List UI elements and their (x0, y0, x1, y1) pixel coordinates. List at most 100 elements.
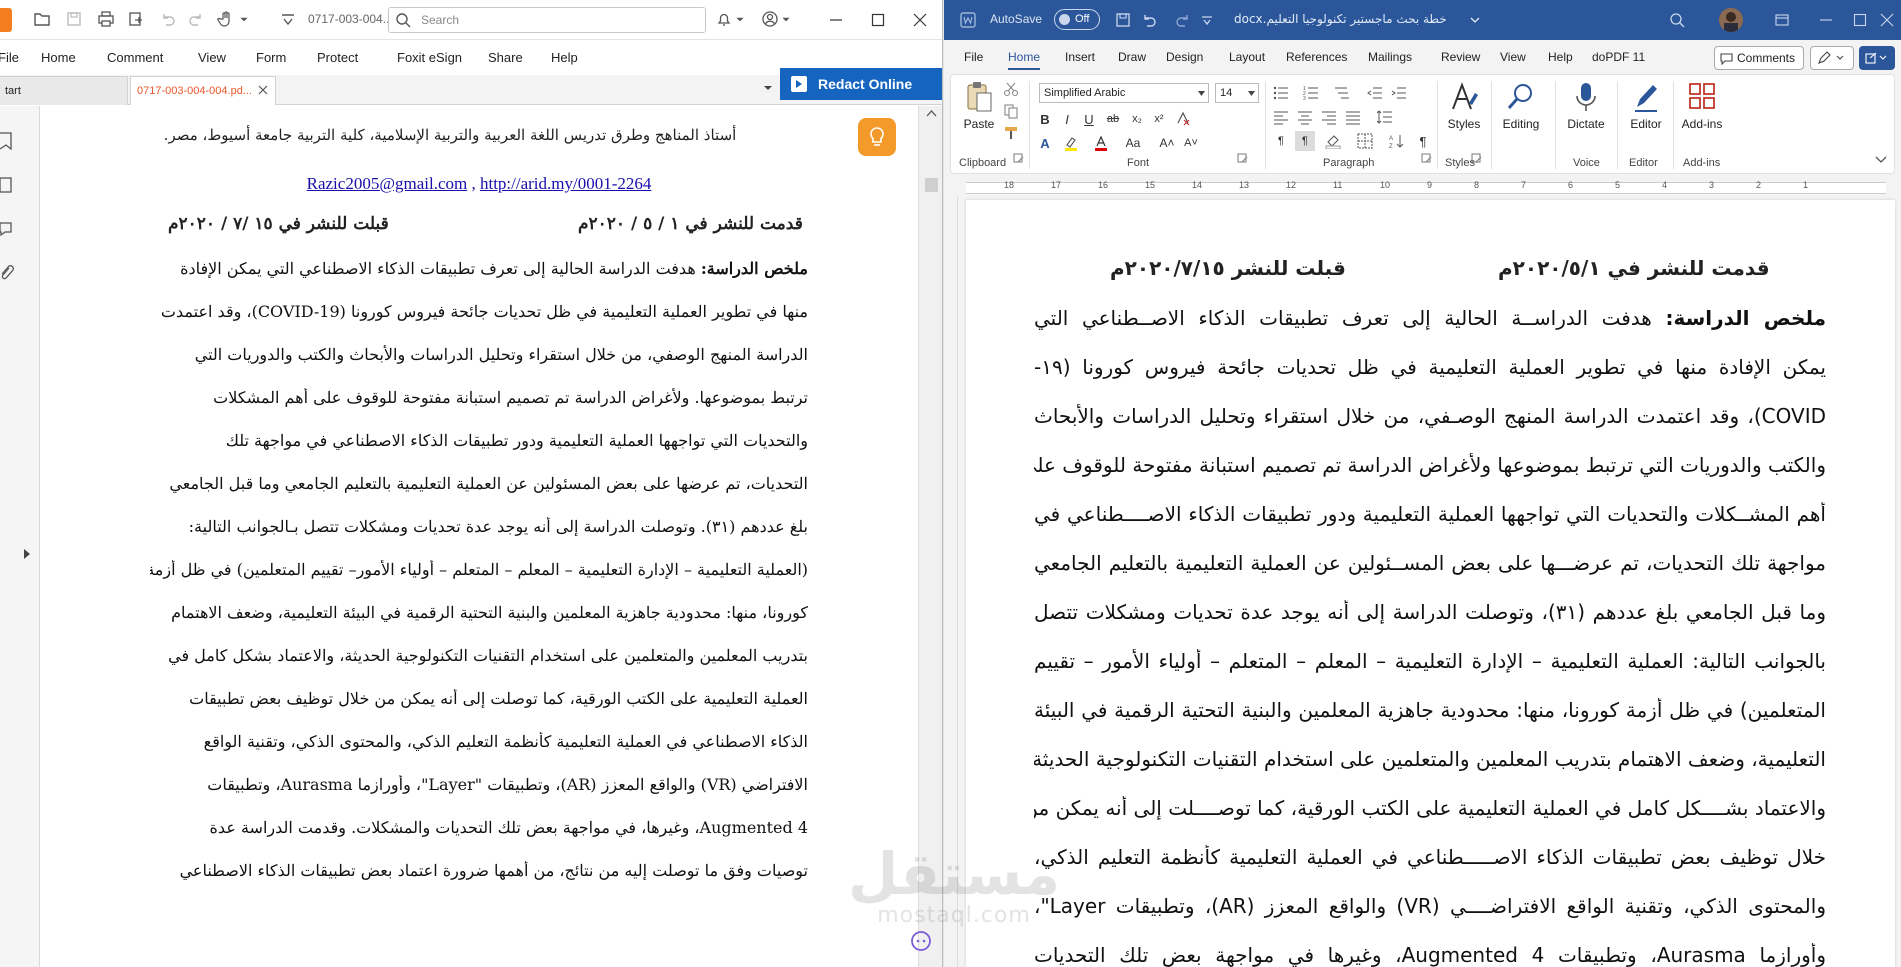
collapse-ribbon-icon[interactable] (1871, 149, 1891, 169)
word-redo-icon[interactable] (1174, 11, 1192, 29)
word-menu-draw[interactable]: Draw (1118, 50, 1146, 64)
clear-formatting-icon[interactable] (1173, 109, 1193, 129)
menu-protect[interactable]: Protect (317, 50, 358, 65)
editor-button[interactable]: Editor (1623, 81, 1669, 131)
word-save-icon[interactable] (1114, 11, 1132, 29)
font-color-icon[interactable] (1091, 133, 1111, 153)
styles-launcher-icon[interactable] (1471, 153, 1483, 165)
word-undo-icon[interactable] (1140, 11, 1158, 29)
word-menu-home[interactable]: Home (1008, 50, 1041, 70)
superscript-icon[interactable]: x² (1149, 109, 1169, 129)
ltr-direction-icon[interactable]: ¶ (1271, 131, 1291, 151)
menu-view[interactable]: View (198, 50, 226, 65)
word-close-button[interactable] (1872, 0, 1901, 40)
font-size-select[interactable]: 14 (1215, 83, 1259, 103)
rtl-direction-icon[interactable]: ¶ (1295, 131, 1315, 151)
bullets-icon[interactable] (1271, 83, 1291, 103)
increase-indent-icon[interactable] (1389, 83, 1409, 103)
undo-icon[interactable] (156, 7, 180, 31)
pdf-vertical-scrollbar[interactable] (918, 106, 942, 967)
font-name-select[interactable]: Simplified Arabic (1039, 83, 1209, 103)
italic-icon[interactable]: I (1057, 109, 1077, 129)
word-menu-review[interactable]: Review (1441, 50, 1480, 64)
dictate-button[interactable]: Dictate (1561, 81, 1611, 131)
menu-form[interactable]: Form (256, 50, 286, 65)
page-thumbnails-icon[interactable] (0, 176, 16, 196)
comments-panel-icon[interactable] (0, 220, 16, 240)
highlight-color-icon[interactable] (1061, 133, 1081, 153)
cut-icon[interactable] (1001, 79, 1021, 99)
styles-button[interactable]: Styles (1441, 81, 1487, 131)
expand-sidebar-icon[interactable] (22, 548, 32, 560)
hand-tool-icon[interactable] (214, 7, 238, 31)
decrease-indent-icon[interactable] (1365, 83, 1385, 103)
minimize-button[interactable] (814, 0, 858, 40)
menu-foxit-esign[interactable]: Foxit eSign (397, 50, 462, 65)
word-document-title[interactable]: خطة بحث ماجستير تكنولوجيا التعليم.docx (1234, 12, 1447, 26)
bookmark-icon[interactable] (0, 132, 16, 152)
tips-bulb-button[interactable] (858, 118, 896, 156)
word-menu-references[interactable]: References (1286, 50, 1347, 64)
multilevel-list-icon[interactable] (1331, 83, 1351, 103)
editing-mode-button[interactable] (1810, 46, 1854, 70)
align-right-icon[interactable] (1319, 107, 1339, 127)
line-spacing-icon[interactable] (1375, 107, 1395, 127)
customize-toolbar-icon[interactable] (276, 7, 300, 31)
clipboard-launcher-icon[interactable] (1013, 153, 1025, 165)
pages-icon[interactable] (124, 7, 148, 31)
shrink-font-icon[interactable]: A˅ (1181, 133, 1201, 153)
subscript-icon[interactable]: x₂ (1127, 109, 1147, 129)
orcid-link[interactable]: http://arid.my/0001-2264 (480, 174, 651, 193)
paragraph-launcher-icon[interactable] (1421, 153, 1433, 165)
align-left-icon[interactable] (1271, 107, 1291, 127)
align-center-icon[interactable] (1295, 107, 1315, 127)
word-menu-insert[interactable]: Insert (1065, 50, 1095, 64)
menu-share[interactable]: Share (488, 50, 523, 65)
bell-dropdown-icon[interactable] (734, 7, 746, 31)
scroll-thumb[interactable] (925, 178, 938, 192)
word-menu-view[interactable]: View (1500, 50, 1526, 64)
menu-file[interactable]: File (0, 50, 19, 65)
word-menu-help[interactable]: Help (1548, 50, 1573, 64)
redact-online-button[interactable]: Redact Online (780, 68, 942, 100)
font-launcher-icon[interactable] (1237, 153, 1249, 165)
account-dropdown-icon[interactable] (780, 7, 792, 31)
word-ribbon-display-button[interactable] (1762, 0, 1802, 40)
word-page[interactable]: قدمت للنشر في ٢٠٢٠/٥/١م قبلت للنشر ٢٠٢٠/… (966, 200, 1895, 967)
close-button[interactable] (898, 0, 942, 40)
tab-close-icon[interactable] (257, 84, 269, 96)
open-folder-icon[interactable] (30, 7, 54, 31)
word-menu-dopdf[interactable]: doPDF 11 (1592, 50, 1645, 64)
notification-bell-icon[interactable] (712, 7, 736, 31)
user-avatar[interactable] (1719, 8, 1743, 32)
hand-tool-dropdown-icon[interactable] (238, 7, 250, 31)
paste-button[interactable]: Paste (957, 81, 1001, 131)
comments-button[interactable]: Comments (1714, 46, 1804, 70)
autosave-toggle[interactable]: Off (1054, 9, 1100, 30)
search-box[interactable]: Search (388, 7, 706, 33)
word-search-icon[interactable] (1668, 11, 1686, 29)
attachments-icon[interactable] (0, 264, 16, 284)
underline-icon[interactable]: U (1079, 109, 1099, 129)
tab-document[interactable]: 0717-003-004-004.pd... (130, 76, 276, 105)
tab-start[interactable]: tart (0, 76, 128, 105)
tabs-dropdown-icon[interactable] (762, 82, 774, 94)
format-painter-icon[interactable] (1001, 123, 1021, 143)
word-menu-mailings[interactable]: Mailings (1368, 50, 1412, 64)
grow-font-icon[interactable]: A˄ (1157, 133, 1177, 153)
numbering-icon[interactable]: 123 (1301, 83, 1321, 103)
save-icon[interactable] (62, 7, 86, 31)
shading-icon[interactable] (1323, 131, 1343, 151)
quick-access-customize-icon[interactable] (1198, 11, 1216, 29)
word-app-icon[interactable] (958, 10, 978, 30)
title-dropdown-icon[interactable] (1466, 11, 1484, 29)
maximize-button[interactable] (856, 0, 900, 40)
redo-icon[interactable] (184, 7, 208, 31)
foxit-app-icon[interactable] (0, 8, 12, 32)
share-button[interactable] (1859, 46, 1895, 70)
word-menu-file[interactable]: File (964, 50, 983, 64)
print-icon[interactable] (94, 7, 118, 31)
show-formatting-icon[interactable]: ¶ (1413, 131, 1433, 151)
text-effects-icon[interactable]: A (1035, 133, 1055, 153)
scroll-up-arrow-icon[interactable] (926, 108, 937, 118)
